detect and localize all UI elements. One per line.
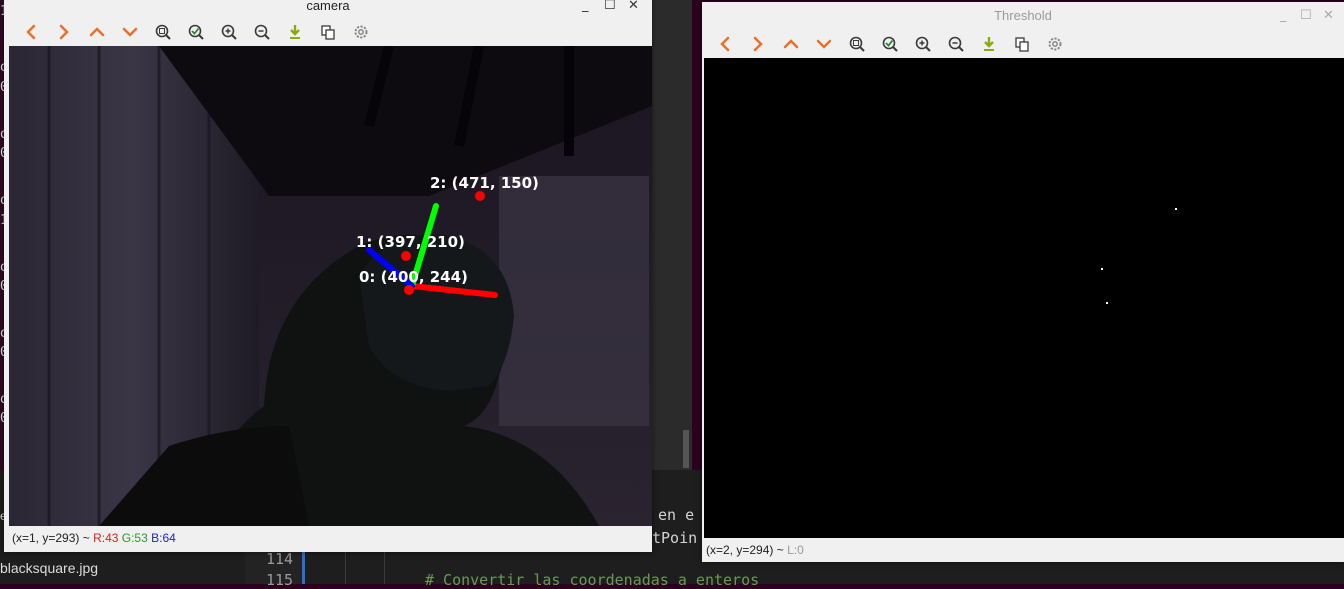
cursor-coords: (x=2, y=294) ~ [706, 543, 784, 557]
zoom-reset-icon[interactable] [873, 31, 906, 57]
line-number: 114 [266, 550, 294, 568]
settings-icon[interactable] [344, 19, 377, 45]
zoom-in-icon[interactable] [212, 19, 245, 45]
copy-icon[interactable] [311, 19, 344, 45]
pan-right-icon[interactable] [741, 31, 774, 57]
point-0-marker [404, 285, 414, 295]
close-button[interactable]: ✕ [1323, 8, 1334, 23]
pan-up-icon[interactable] [774, 31, 807, 57]
line-number: 115 [266, 571, 294, 589]
threshold-background [704, 58, 1344, 538]
camera-image[interactable]: 2: (471, 150) 1: (397, 210) 0: (400, 244… [9, 46, 652, 526]
threshold-frame [704, 58, 1344, 538]
point-0-label: 0: (400, 244) [359, 268, 468, 286]
pixel-green-value: G:53 [121, 531, 148, 545]
window-title: camera [306, 0, 350, 13]
image-toolbar [708, 31, 1071, 57]
editor-background-panel [650, 0, 692, 470]
zoom-in-icon[interactable] [906, 31, 939, 57]
close-button[interactable]: ✕ [628, 0, 639, 13]
threshold-blob [1175, 208, 1177, 210]
image-toolbar [14, 19, 377, 45]
pan-down-icon[interactable] [807, 31, 840, 57]
camera-frame: 2: (471, 150) 1: (397, 210) 0: (400, 244… [9, 46, 652, 526]
pan-up-icon[interactable] [80, 19, 113, 45]
pixel-red-value: R:43 [93, 531, 119, 545]
pan-left-icon[interactable] [708, 31, 741, 57]
save-icon[interactable] [278, 19, 311, 45]
explorer-file-item[interactable]: blacksquare.jpg [0, 560, 98, 576]
threshold-blob [1101, 268, 1103, 270]
pixel-blue-value: B:64 [151, 531, 176, 545]
zoom-out-icon[interactable] [245, 19, 278, 45]
threshold-statusbar: (x=2, y=294) ~ L:0 [706, 543, 804, 557]
pixel-luminance-value: L:0 [787, 543, 804, 557]
camera-statusbar: (x=1, y=293) ~ R:43 G:53 B:64 [12, 531, 176, 545]
maximize-button[interactable]: ☐ [604, 0, 616, 13]
pan-right-icon[interactable] [47, 19, 80, 45]
pan-down-icon[interactable] [113, 19, 146, 45]
maximize-button[interactable]: ☐ [1300, 8, 1312, 23]
zoom-reset-icon[interactable] [179, 19, 212, 45]
settings-icon[interactable] [1038, 31, 1071, 57]
point-2-marker [475, 191, 485, 201]
threshold-image[interactable] [704, 58, 1344, 538]
code-fragment: tPoin [652, 529, 698, 547]
save-icon[interactable] [972, 31, 1005, 57]
minimize-button[interactable]: _ [582, 0, 589, 13]
minimize-button[interactable]: _ [1280, 8, 1287, 23]
window-title: Threshold [994, 8, 1052, 23]
pan-left-icon[interactable] [14, 19, 47, 45]
point-2-label: 2: (471, 150) [430, 174, 539, 192]
copy-icon[interactable] [1005, 31, 1038, 57]
threshold-window: Threshold _ ☐ ✕ (x=2, y=294) ~ L:0 [702, 2, 1344, 562]
point-1-label: 1: (397, 210) [356, 233, 465, 251]
code-fragment: en e [658, 506, 695, 524]
zoom-fit-icon[interactable] [146, 19, 179, 45]
line-change-marker [302, 550, 305, 584]
code-comment: # Convertir las coordenadas a enteros [425, 571, 760, 589]
cursor-coords: (x=1, y=293) ~ [12, 531, 90, 545]
point-1-marker [401, 251, 411, 261]
threshold-blob [1106, 302, 1108, 304]
editor-scrollbar[interactable] [683, 430, 689, 468]
zoom-fit-icon[interactable] [840, 31, 873, 57]
camera-window: camera _ ☐ ✕ 2: (471, 150) 1: (397, 210)… [4, 0, 652, 552]
right-curtain [499, 176, 649, 426]
zoom-out-icon[interactable] [939, 31, 972, 57]
